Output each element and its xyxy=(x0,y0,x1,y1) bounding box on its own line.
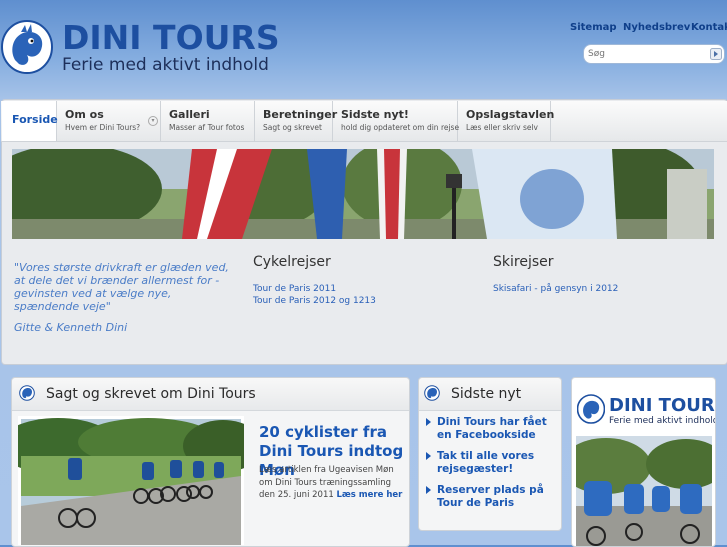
skiing-heading: Skirejser xyxy=(493,254,554,270)
bullet-arrow-icon xyxy=(426,452,431,460)
nav-item-sidste-nyt[interactable]: Sidste nyt! hold dig opdateret om din re… xyxy=(333,101,460,141)
news-item[interactable]: Dini Tours har fået en Facebookside xyxy=(437,416,557,441)
press-box-title: Sagt og skrevet om Dini Tours xyxy=(46,386,256,402)
nav-title: Beretninger xyxy=(263,108,338,121)
dragon-badge-icon xyxy=(19,385,35,401)
bullet-arrow-icon xyxy=(426,486,431,494)
nav-subtitle: Læs eller skriv selv xyxy=(466,123,538,132)
skiing-link[interactable]: Skisafari - på gensyn i 2012 xyxy=(493,284,618,294)
nav-item-om-os[interactable]: Om os Hvem er Dini Tours? ▾ xyxy=(57,101,161,141)
ad-banner[interactable]: DINI TOURS Ferie med aktivt indhold xyxy=(571,377,716,547)
brand-tagline: Ferie med aktivt indhold xyxy=(62,55,269,75)
nav-subtitle: Sagt og skrevet xyxy=(263,123,322,132)
dragon-badge-icon xyxy=(424,385,440,401)
nav-title: Opslagstavlen xyxy=(466,108,555,121)
nav-subtitle: Masser af Tour fotos xyxy=(169,123,245,132)
sitemap-link[interactable]: Sitemap xyxy=(570,22,617,33)
contact-link[interactable]: Kontakt xyxy=(691,22,727,33)
cycling-link[interactable]: Tour de Paris 2011 xyxy=(253,284,336,294)
newsletter-link[interactable]: Nyhedsbrev xyxy=(623,22,690,33)
nav-title: Forside xyxy=(12,113,58,126)
nav-title: Om os xyxy=(65,108,104,121)
nav-item-beretninger[interactable]: Beretninger Sagt og skrevet xyxy=(255,101,337,141)
article-excerpt: Læs artiklen fra Ugeavisen Møn om Dini T… xyxy=(259,464,404,502)
main-navigation: Forside Om os Hvem er Dini Tours? ▾ Gall… xyxy=(1,101,727,142)
search-box xyxy=(583,44,725,64)
dropdown-arrow-icon[interactable]: ▾ xyxy=(148,116,158,126)
dragon-logo-icon[interactable] xyxy=(1,20,53,74)
cycling-heading: Cykelrejser xyxy=(253,254,331,270)
banner-photo xyxy=(12,149,714,239)
cyclists-photo[interactable] xyxy=(18,416,244,545)
news-item[interactable]: Reserver plads på Tour de Paris xyxy=(437,484,557,509)
ad-brand-tagline: Ferie med aktivt indhold xyxy=(609,416,716,426)
nav-subtitle: hold dig opdateret om din rejse xyxy=(341,123,460,132)
quote-text: "Vores største drivkraft er glæden ved, … xyxy=(14,261,229,313)
search-input[interactable] xyxy=(588,47,706,61)
ad-cyclists-photo xyxy=(576,436,712,546)
nav-title: Galleri xyxy=(169,108,210,121)
nav-item-galleri[interactable]: Galleri Masser af Tour fotos xyxy=(161,101,255,141)
bullet-arrow-icon xyxy=(426,418,431,426)
news-item[interactable]: Tak til alle vores rejsegæster! xyxy=(437,450,557,475)
read-more-link[interactable]: Læs mere her xyxy=(336,490,402,500)
search-button-icon[interactable] xyxy=(710,48,722,60)
dragon-logo-icon xyxy=(577,394,605,424)
cycling-link[interactable]: Tour de Paris 2012 og 1213 xyxy=(253,296,376,306)
quote-author: Gitte & Kenneth Dini xyxy=(14,321,128,334)
nav-item-forside[interactable]: Forside xyxy=(2,101,58,141)
nav-title: Sidste nyt! xyxy=(341,108,409,121)
nav-subtitle: Hvem er Dini Tours? xyxy=(65,123,141,132)
ad-brand-name: DINI TOURS xyxy=(609,395,716,416)
nav-item-opslagstavlen[interactable]: Opslagstavlen Læs eller skriv selv xyxy=(458,101,555,141)
news-box-title: Sidste nyt xyxy=(451,386,522,402)
brand-name[interactable]: DINI TOURS xyxy=(62,18,280,57)
